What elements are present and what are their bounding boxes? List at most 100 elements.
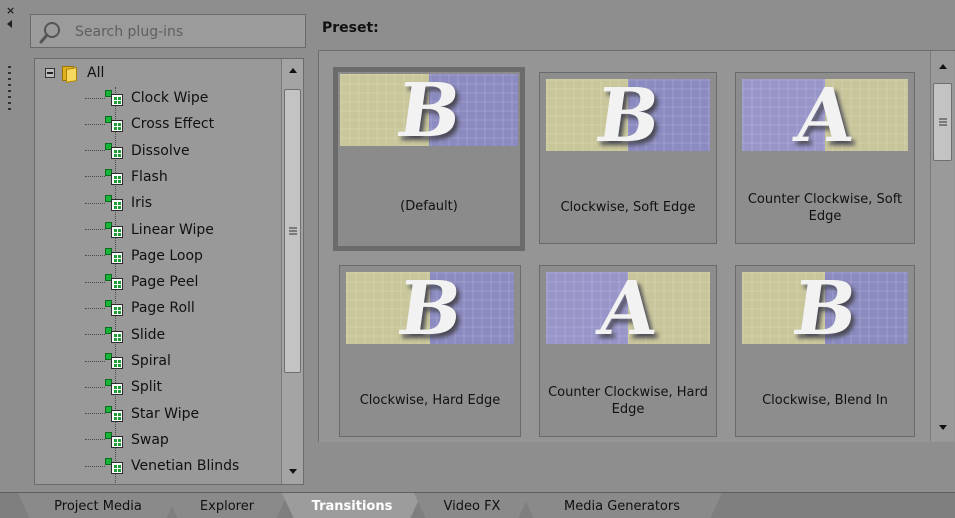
search-input[interactable]: [75, 21, 295, 43]
scroll-up-button[interactable]: [282, 61, 303, 79]
tree-connector: [85, 97, 105, 99]
scroll-thumb[interactable]: [933, 83, 952, 161]
tree-item-label: Spiral: [131, 353, 171, 369]
preset-title: Preset:: [322, 20, 379, 36]
collapse-toggle-icon[interactable]: [45, 68, 55, 78]
collapse-arrow-icon[interactable]: [7, 20, 12, 28]
preset-caption: Clockwise, Hard Edge: [359, 393, 501, 408]
tree-item[interactable]: Linear Wipe: [85, 217, 214, 243]
tree-connector: [85, 123, 105, 125]
panel-grip[interactable]: ×: [0, 0, 22, 492]
preset-caption: Clockwise, Soft Edge: [560, 200, 696, 215]
plugin-icon: [105, 115, 125, 133]
scroll-thumb[interactable]: [284, 89, 301, 373]
tree-connector: [85, 202, 105, 204]
plugin-icon: [105, 326, 125, 344]
tab-transitions[interactable]: Transitions: [282, 493, 422, 518]
tree-item-label: Swap: [131, 431, 169, 448]
preset-thumbnail: B: [742, 272, 908, 344]
tab-video-fx[interactable]: Video FX: [414, 493, 530, 518]
scroll-up-button[interactable]: [931, 57, 954, 75]
drag-handle-icon[interactable]: [8, 66, 11, 112]
preset-letter: B: [590, 79, 666, 151]
tree-item[interactable]: Page Peel: [85, 269, 198, 295]
tree-item-label: Cross Effect: [131, 116, 215, 133]
tree-item-label: Page Roll: [131, 300, 195, 317]
preset-thumbnail: B: [346, 272, 514, 344]
preset-card[interactable]: B Clockwise, Blend In: [735, 265, 915, 437]
tree-connector: [85, 386, 105, 388]
preset-card[interactable]: A Counter Clockwise, Soft Edge: [735, 72, 915, 244]
preset-card[interactable]: A Counter Clockwise, Hard Edge: [539, 265, 717, 437]
plugin-icon: [105, 168, 125, 186]
tree-item-label: Iris: [131, 195, 153, 212]
preset-card[interactable]: B Clockwise, Hard Edge: [339, 265, 521, 437]
tab-explorer[interactable]: Explorer: [166, 493, 288, 518]
plugin-icon: [105, 299, 125, 317]
search-box[interactable]: [30, 14, 306, 48]
tree-connector: [85, 360, 105, 362]
tree-item[interactable]: Venetian Blinds: [85, 453, 239, 479]
tree-connector: [85, 150, 105, 152]
scroll-down-button[interactable]: [931, 418, 954, 436]
tree-item-label: Venetian Blinds: [131, 458, 240, 475]
folder-icon: [61, 64, 79, 83]
preset-thumbnail: B: [340, 74, 518, 146]
tree-item-label: Slide: [131, 326, 166, 343]
tree-item-label: Page Loop: [131, 247, 203, 264]
tree-item[interactable]: Page Roll: [85, 295, 195, 321]
preset-letter: B: [392, 272, 468, 344]
plugin-icon: [105, 194, 125, 212]
plugin-icon: [105, 273, 125, 291]
plugin-icon: [105, 378, 125, 396]
bottom-tab-bar: Project Media Explorer Transitions Video FX…: [0, 492, 955, 518]
tree-item-label: Split: [131, 379, 163, 396]
preset-letter: B: [787, 272, 863, 344]
tree-item[interactable]: Split: [85, 374, 162, 400]
preset-letter: A: [593, 272, 663, 344]
tree-scrollbar[interactable]: [281, 59, 303, 484]
preset-scrollbar[interactable]: [930, 51, 954, 441]
tree-connector: [85, 465, 105, 467]
tree-item-label: Dissolve: [131, 142, 190, 159]
tree-item-label: Linear Wipe: [131, 221, 214, 238]
scroll-down-button[interactable]: [282, 462, 303, 480]
tree-item[interactable]: Dissolve: [85, 138, 190, 164]
plugin-icon: [105, 457, 125, 475]
preset-thumbnail: A: [742, 79, 908, 151]
tree-item[interactable]: Spiral: [85, 348, 171, 374]
tree-root-label: All: [87, 65, 105, 81]
tree-item[interactable]: Page Loop: [85, 243, 203, 269]
tree-item[interactable]: Clock Wipe: [85, 85, 208, 111]
preset-thumbnail: A: [546, 272, 710, 344]
preset-caption: (Default): [400, 199, 458, 214]
plugin-icon: [105, 221, 125, 239]
tab-project-media[interactable]: Project Media: [18, 493, 178, 518]
tree-item[interactable]: Star Wipe: [85, 401, 199, 427]
tree-item[interactable]: Slide: [85, 322, 165, 348]
tree-connector: [85, 439, 105, 441]
tree-item[interactable]: Flash: [85, 164, 168, 190]
preset-card[interactable]: B (Default): [333, 67, 525, 251]
close-icon[interactable]: ×: [6, 4, 15, 17]
tree-connector: [85, 334, 105, 336]
preset-letter: A: [790, 79, 860, 151]
plugin-icon: [105, 89, 125, 107]
preset-caption: Counter Clockwise, Hard Edge: [548, 385, 708, 417]
tree-connector: [85, 281, 105, 283]
plugin-icon: [105, 431, 125, 449]
search-icon: [39, 22, 60, 44]
preset-thumbnail: B: [546, 79, 710, 151]
tree-item[interactable]: Swap: [85, 427, 169, 453]
plugin-icon: [105, 352, 125, 370]
plugin-icon: [105, 247, 125, 265]
tab-media-generators[interactable]: Media Generators: [522, 493, 722, 518]
tree-root-all[interactable]: All: [45, 63, 104, 83]
plugin-icon: [105, 142, 125, 160]
preset-card[interactable]: B Clockwise, Soft Edge: [539, 72, 717, 244]
tree-connector: [85, 413, 105, 415]
tree-item[interactable]: Iris: [85, 190, 152, 216]
tree-item[interactable]: Cross Effect: [85, 111, 214, 137]
plugin-tree: All Clock Wipe Cross Effect Dissolve Flash I…: [34, 58, 304, 485]
tree-item-label: Star Wipe: [131, 405, 200, 422]
